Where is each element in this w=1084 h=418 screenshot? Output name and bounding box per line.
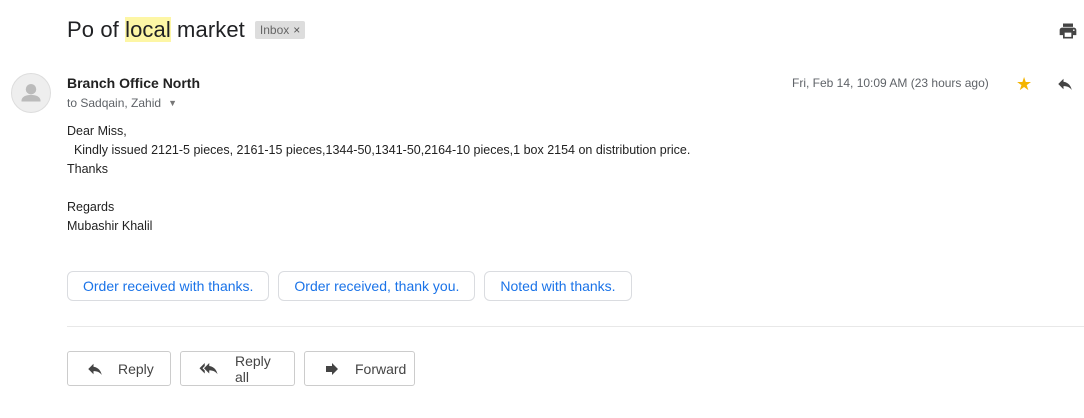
body-line: Mubashir Khalil [67, 219, 153, 233]
reply-icon[interactable] [1056, 75, 1074, 93]
body-line: Regards [67, 200, 115, 214]
label-text: Inbox [259, 23, 290, 37]
reply-all-icon [199, 360, 221, 378]
star-icon[interactable]: ★ [1016, 74, 1032, 95]
body-line: Kindly issued 2121-5 pieces, 2161-15 pie… [67, 143, 691, 157]
print-icon[interactable] [1058, 21, 1078, 41]
body-line [67, 179, 690, 198]
smart-replies: Order received with thanks. Order receiv… [67, 271, 632, 301]
recipients-text: to Sadqain, Zahid [67, 96, 162, 110]
body-line: Dear Miss, [67, 124, 127, 138]
email-body: Dear Miss, Kindly issued 2121-5 pieces, … [67, 122, 690, 236]
reply-label: Reply [118, 360, 154, 377]
recipients-line: to Sadqain, Zahid ▼ [67, 96, 177, 110]
email-date: Fri, Feb 14, 10:09 AM (23 hours ago) [792, 76, 989, 90]
reply-all-button[interactable]: Reply all [180, 351, 295, 386]
remove-label-icon[interactable]: × [293, 23, 300, 37]
smart-reply-chip[interactable]: Order received, thank you. [278, 271, 476, 301]
person-icon [21, 83, 41, 102]
reply-button[interactable]: Reply [67, 351, 171, 386]
sender-name[interactable]: Branch Office North [67, 75, 200, 91]
subject-row: Po of local market Inbox × [67, 17, 306, 43]
smart-reply-chip[interactable]: Noted with thanks. [484, 271, 632, 301]
forward-icon [323, 360, 341, 378]
subject-text-after: market [170, 17, 245, 42]
action-bar: Reply Reply all Forward [67, 351, 415, 386]
sender-avatar[interactable] [11, 73, 51, 113]
divider [67, 326, 1084, 327]
smart-reply-chip[interactable]: Order received with thanks. [67, 271, 270, 301]
body-line: Thanks [67, 162, 108, 176]
forward-button[interactable]: Forward [304, 351, 415, 386]
forward-label: Forward [355, 360, 407, 377]
reply-icon [86, 360, 104, 378]
email-subject: Po of local market [67, 17, 245, 43]
chevron-down-icon[interactable]: ▼ [168, 98, 177, 108]
subject-search-highlight: local [125, 17, 171, 42]
reply-all-label: Reply all [235, 352, 271, 385]
inbox-label-chip: Inbox × [254, 21, 306, 39]
subject-text-before: Po of [67, 17, 126, 42]
